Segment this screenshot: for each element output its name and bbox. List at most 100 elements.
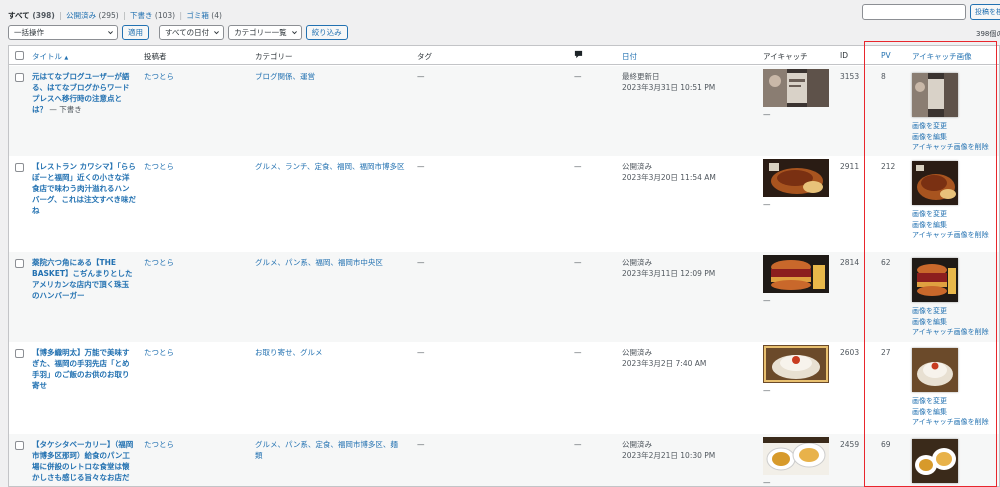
row-checkbox[interactable] xyxy=(15,259,24,268)
views-separator: | xyxy=(59,11,62,20)
post-id: 2459 xyxy=(840,440,860,449)
post-categories[interactable]: お取り寄せ、グルメ xyxy=(255,347,405,358)
view-trash[interactable]: ゴミ箱 (4) xyxy=(186,11,222,20)
eyecatch-dash: — xyxy=(763,386,771,395)
row-checkbox[interactable] xyxy=(15,73,24,82)
post-search-button[interactable]: 投稿を検索 xyxy=(970,4,1000,20)
view-published[interactable]: 公開済み (295) xyxy=(66,11,119,20)
edit-image-link[interactable]: 画像を編集 xyxy=(912,317,997,328)
change-image-link[interactable]: 画像を変更 xyxy=(912,209,997,220)
post-tags: — xyxy=(417,348,425,357)
post-date-status: 公開済み xyxy=(622,440,652,449)
post-categories[interactable]: グルメ、パン系、福岡、福岡市中央区 xyxy=(255,257,405,268)
post-date-status: 公開済み xyxy=(622,348,652,357)
eyecatch-cell: — xyxy=(763,159,831,210)
eyecatch-thumbnail xyxy=(763,345,829,383)
change-image-link[interactable]: 画像を変更 xyxy=(912,306,997,317)
category-filter-label: カテゴリー一覧 xyxy=(234,28,287,37)
table-row: 【タケシタベーカリー】（福岡市博多区那珂）給食のパン工場に併設のレトロな食堂は懐… xyxy=(9,434,999,486)
remove-featured-image-link[interactable]: アイキャッチ画像を削除 xyxy=(912,230,997,241)
change-image-link[interactable]: 画像を変更 xyxy=(912,396,997,407)
column-comments[interactable] xyxy=(574,50,583,61)
change-image-link[interactable]: 画像を変更 xyxy=(912,121,997,132)
date-filter-label: すべての日付 xyxy=(165,28,210,37)
post-state: — 下書き xyxy=(47,105,82,114)
column-id: ID xyxy=(840,51,848,60)
post-date: 公開済み 2023年3月11日 12:09 PM xyxy=(622,257,715,279)
edit-image-link[interactable]: 画像を編集 xyxy=(912,407,997,418)
row-checkbox[interactable] xyxy=(15,441,24,450)
featured-image-cell: 画像を変更 画像を編集 アイキャッチ画像を削除 xyxy=(912,161,997,241)
post-author[interactable]: たつとら xyxy=(144,439,174,450)
featured-image-thumbnail[interactable] xyxy=(912,73,958,117)
post-pv: 62 xyxy=(881,258,891,267)
eyecatch-thumbnail xyxy=(763,69,829,107)
column-title[interactable]: タイトル ▲ xyxy=(32,51,68,62)
items-count: 398個の項目 xyxy=(976,30,1000,38)
tablenav-top: 一括操作 適用 すべての日付 カテゴリー一覧 絞り込み xyxy=(8,25,348,40)
apply-button[interactable]: 適用 xyxy=(122,25,149,40)
featured-image-cell: 画像を変更 画像を編集 アイキャッチ画像を削除 xyxy=(912,73,997,153)
featured-image-thumbnail[interactable] xyxy=(912,348,958,392)
column-author: 投稿者 xyxy=(144,52,167,61)
post-categories[interactable]: グルメ、ランチ、定食、福岡、福岡市博多区 xyxy=(255,161,405,172)
column-date[interactable]: 日付 xyxy=(622,51,637,62)
featured-image-thumbnail[interactable] xyxy=(912,439,958,483)
table-row: 【レストラン カワシマ】「ららぽーと福岡」近くの小さな洋食店で味わう肉汁溢れるハ… xyxy=(9,156,999,252)
post-author[interactable]: たつとら xyxy=(144,71,174,82)
post-search-input[interactable] xyxy=(862,4,966,20)
post-date-value: 2023年2月21日 10:30 PM xyxy=(622,451,716,460)
post-id: 3153 xyxy=(840,72,860,81)
post-categories[interactable]: グルメ、パン系、定食、福岡市博多区、麺類 xyxy=(255,439,405,461)
select-all-checkbox[interactable] xyxy=(15,51,24,60)
post-title-link[interactable]: 元はてなブログユーザーが語る、はてなブログからワードプレスへ移行時の注意点とは？… xyxy=(32,71,136,115)
featured-image-thumbnail[interactable] xyxy=(912,161,958,205)
post-date: 公開済み 2023年3月2日 7:40 AM xyxy=(622,347,706,369)
post-author[interactable]: たつとら xyxy=(144,161,174,172)
post-date-value: 2023年3月20日 11:54 AM xyxy=(622,173,716,182)
remove-featured-image-link[interactable]: アイキャッチ画像を削除 xyxy=(912,142,997,153)
post-title-link[interactable]: 【博多織明太】万能で美味すぎた、福岡の手羽先店「とめ手羽」のご飯のお供のお取り寄… xyxy=(32,347,136,391)
featured-image-thumbnail[interactable] xyxy=(912,258,958,302)
post-id: 2911 xyxy=(840,162,860,171)
post-tags: — xyxy=(417,258,425,267)
post-author[interactable]: たつとら xyxy=(144,347,174,358)
post-comments: — xyxy=(574,440,582,449)
post-comments: — xyxy=(574,258,582,267)
post-categories[interactable]: ブログ関係、運営 xyxy=(255,71,405,82)
post-tags: — xyxy=(417,440,425,449)
eyecatch-thumbnail xyxy=(763,437,829,475)
post-date: 公開済み 2023年2月21日 10:30 PM xyxy=(622,439,715,461)
table-row: 【博多織明太】万能で美味すぎた、福岡の手羽先店「とめ手羽」のご飯のお供のお取り寄… xyxy=(9,342,999,434)
column-pv[interactable]: PV xyxy=(881,51,891,60)
post-tags: — xyxy=(417,162,425,171)
post-title-link[interactable]: 【レストラン カワシマ】「ららぽーと福岡」近くの小さな洋食店で味わう肉汁溢れるハ… xyxy=(32,161,136,216)
view-all[interactable]: すべて (398) xyxy=(8,11,55,20)
edit-image-link[interactable]: 画像を編集 xyxy=(912,132,997,143)
post-pv: 8 xyxy=(881,72,886,81)
post-tags: — xyxy=(417,72,425,81)
remove-featured-image-link[interactable]: アイキャッチ画像を削除 xyxy=(912,327,997,338)
post-date: 公開済み 2023年3月20日 11:54 AM xyxy=(622,161,716,183)
remove-featured-image-link[interactable]: アイキャッチ画像を削除 xyxy=(912,417,997,428)
date-filter-select[interactable]: すべての日付 xyxy=(159,25,225,40)
post-comments: — xyxy=(574,348,582,357)
post-pv: 27 xyxy=(881,348,891,357)
bulk-action-select[interactable]: 一括操作 xyxy=(8,25,118,40)
views-separator: | xyxy=(123,11,126,20)
post-author[interactable]: たつとら xyxy=(144,257,174,268)
post-title-link[interactable]: 薬院六つ角にある【THE BASKET】こぢんまりとしたアメリカンな店内で頂く珠… xyxy=(32,257,136,301)
row-checkbox[interactable] xyxy=(15,349,24,358)
comment-bubble-icon xyxy=(574,50,583,59)
post-id: 2603 xyxy=(840,348,860,357)
table-row: 薬院六つ角にある【THE BASKET】こぢんまりとしたアメリカンな店内で頂く珠… xyxy=(9,252,999,342)
category-filter-select[interactable]: カテゴリー一覧 xyxy=(228,25,302,40)
edit-image-link[interactable]: 画像を編集 xyxy=(912,220,997,231)
post-title-link[interactable]: 【タケシタベーカリー】（福岡市博多区那珂）給食のパン工場に併設のレトロな食堂は懐… xyxy=(32,439,136,483)
post-date-status: 公開済み xyxy=(622,258,652,267)
row-checkbox[interactable] xyxy=(15,163,24,172)
chevron-down-icon xyxy=(291,31,297,35)
column-featured-image[interactable]: アイキャッチ画像 xyxy=(912,51,972,62)
filter-button[interactable]: 絞り込み xyxy=(305,25,348,40)
view-draft[interactable]: 下書き (103) xyxy=(130,11,175,20)
